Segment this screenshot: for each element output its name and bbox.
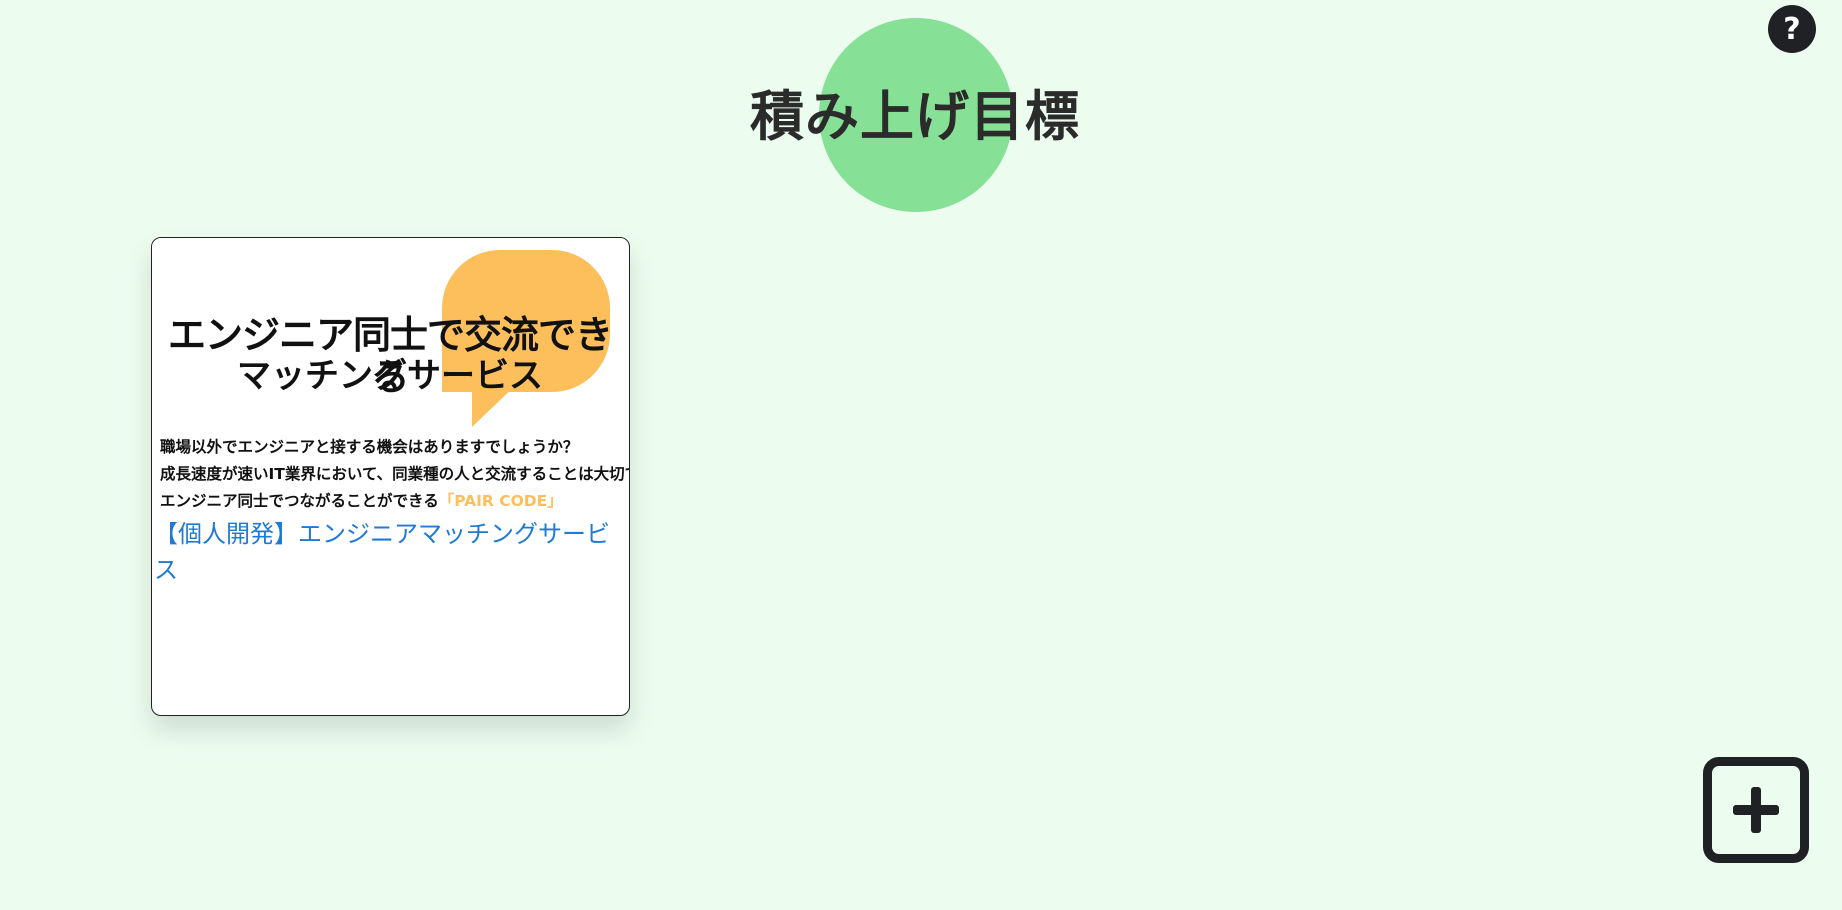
page: ? 積み上げ目標 エンジニア同士で交流できる マッチングサービス 職場以外でエン… [0, 0, 1842, 910]
thumbnail-line-1: 職場以外でエンジニアと接する機会はありますでしょうか？ [160, 438, 579, 456]
thumbnail-line-3-text: エンジニア同士でつながることができる [160, 492, 439, 510]
title-area: 積み上げ目標 [700, 0, 1130, 220]
thumbnail-brand: 「PAIR CODE」 [438, 492, 563, 510]
question-icon: ? [1783, 11, 1801, 47]
plus-icon-vertical [1751, 787, 1761, 833]
add-goal-button[interactable] [1703, 757, 1809, 863]
card-thumbnail[interactable]: エンジニア同士で交流できる マッチングサービス 職場以外でエンジニアと接する機会… [152, 238, 630, 516]
thumbnail-line-3: エンジニア同士でつながることができる「PAIR CODE」 [160, 488, 629, 515]
thumbnail-subheadline: マッチングサービス [237, 356, 543, 396]
card-title-link[interactable]: 【個人開発】エンジニアマッチングサービス [152, 516, 629, 588]
thumbnail-body: 職場以外でエンジニアと接する機会はありますでしょうか？ 成長速度が速いIT業界に… [160, 434, 630, 515]
help-button[interactable]: ? [1768, 5, 1816, 53]
page-title: 積み上げ目標 [750, 85, 1080, 148]
thumbnail-line-2: 成長速度が速いIT業界において、同業種の人と交流することは大切です [160, 465, 630, 483]
goal-card[interactable]: エンジニア同士で交流できる マッチングサービス 職場以外でエンジニアと接する機会… [151, 237, 630, 716]
